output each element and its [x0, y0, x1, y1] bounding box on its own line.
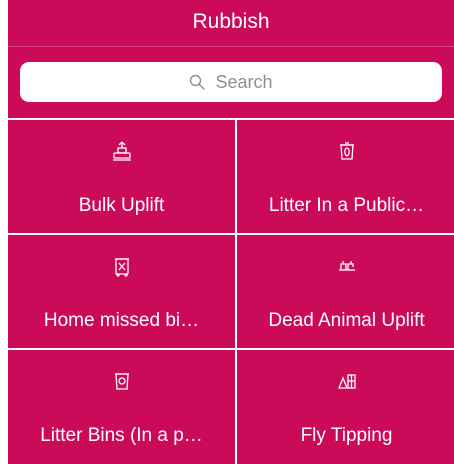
search-input[interactable]: Search	[20, 62, 442, 102]
tile-label: Fly Tipping	[300, 425, 393, 446]
wheelie-bin-icon	[111, 255, 133, 277]
tile-label: Bulk Uplift	[78, 195, 165, 216]
tile-dead-animal-uplift[interactable]: Dead Animal Uplift	[237, 235, 454, 348]
litter-bin-icon	[111, 370, 133, 392]
fly-tipping-icon	[336, 370, 358, 392]
tile-label: Litter Bins (In a p…	[40, 425, 203, 446]
tile-bulk-uplift[interactable]: Bulk Uplift	[8, 120, 235, 233]
apple-core-bin-icon	[336, 140, 358, 162]
tile-litter-bins[interactable]: Litter Bins (In a p…	[8, 350, 235, 464]
tile-litter-in-public[interactable]: Litter In a Public…	[237, 120, 454, 233]
search-placeholder: Search	[215, 71, 273, 92]
tile-label: Litter In a Public…	[268, 195, 425, 216]
page-title: Rubbish	[192, 10, 270, 33]
category-grid: Bulk Uplift Litter In a Public… Home mis…	[8, 120, 454, 464]
header-bar: Rubbish Search	[8, 0, 454, 118]
dead-animal-icon	[336, 255, 358, 277]
tile-fly-tipping[interactable]: Fly Tipping	[237, 350, 454, 464]
title-divider	[8, 46, 454, 47]
tile-home-missed-bin[interactable]: Home missed bi…	[8, 235, 235, 348]
rubbish-screen: Rubbish Search Bulk Uplift Litter In a P…	[0, 0, 454, 464]
bulk-uplift-icon	[111, 140, 133, 162]
tile-label: Home missed bi…	[43, 310, 200, 331]
search-icon	[189, 74, 206, 90]
tile-label: Dead Animal Uplift	[268, 310, 425, 331]
